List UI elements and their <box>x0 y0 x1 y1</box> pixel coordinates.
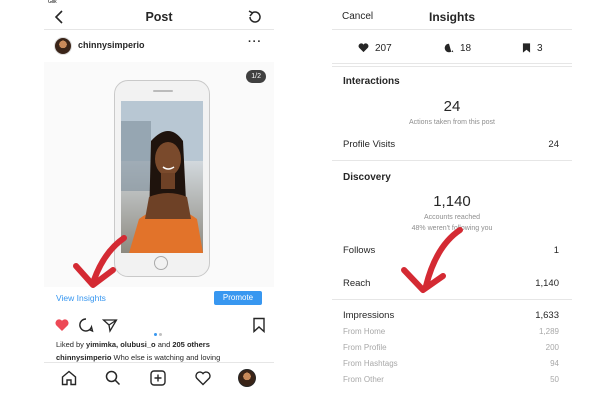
author-username[interactable]: chinnysimperio <box>78 40 145 50</box>
post-actions-row <box>54 315 266 336</box>
actions-note: Actions taken from this post <box>409 119 495 126</box>
bookmark-icon <box>522 43 531 54</box>
carousel-dots <box>154 323 164 341</box>
accounts-reached-count: 1,140 <box>433 193 471 210</box>
liked-by-names[interactable]: yimimka, olubusi_o <box>86 340 156 349</box>
home-icon[interactable] <box>60 369 78 387</box>
insights-screen: Cancel Insights 207 18 3 Interactions 24… <box>332 0 572 400</box>
insights-header: Cancel Insights <box>332 4 572 30</box>
phone-home-button <box>154 256 168 270</box>
comments-stat: 18 <box>444 43 471 54</box>
likes-summary: Liked by yimimka, olubusi_o and 205 othe… <box>56 340 210 349</box>
heart-icon <box>358 43 369 53</box>
post-image[interactable]: 1/2 <box>44 62 274 287</box>
more-options-icon[interactable]: ··· <box>248 36 262 48</box>
refresh-icon[interactable] <box>246 8 264 26</box>
share-icon[interactable] <box>102 317 118 333</box>
post-caption: chinnysimperio Who else is watching and … <box>56 353 220 362</box>
divider <box>332 160 572 161</box>
post-screen: Glik Post chinnysimperio ··· 1/2 View In… <box>44 0 274 400</box>
likes-stat: 207 <box>358 43 392 54</box>
phone-mockup-image <box>114 80 210 277</box>
reach-row: Reach 1,140 <box>343 278 559 289</box>
saves-stat: 3 <box>522 43 543 54</box>
source-row-home: From Home 1,289 <box>343 327 559 336</box>
comment-icon[interactable] <box>78 317 94 333</box>
page-title: Post <box>145 10 173 24</box>
actions-count: 24 <box>443 98 461 115</box>
engagement-stats: 207 18 3 <box>332 36 572 64</box>
source-row-hashtags: From Hashtags 94 <box>343 359 559 368</box>
divider <box>332 299 572 300</box>
post-author-row: chinnysimperio ··· <box>52 34 266 58</box>
interactions-title: Interactions <box>343 76 400 87</box>
page-title: Insights <box>428 10 475 24</box>
search-icon[interactable] <box>104 369 122 387</box>
bottom-tab-bar <box>44 362 274 392</box>
source-row-other: From Other 50 <box>343 375 559 384</box>
caption-text: Who else is watching and loving <box>113 353 221 362</box>
discovery-title: Discovery <box>343 172 391 183</box>
view-insights-link[interactable]: View Insights <box>56 293 106 303</box>
phone-speaker <box>153 90 173 92</box>
promote-button[interactable]: Promote <box>214 291 262 305</box>
not-following-note: 48% weren't following you <box>411 225 493 232</box>
new-post-icon[interactable] <box>149 369 167 387</box>
caption-username[interactable]: chinnysimperio <box>56 353 111 362</box>
impressions-row: Impressions 1,633 <box>343 310 559 321</box>
accounts-reached-note: Accounts reached <box>423 214 481 221</box>
carousel-counter: 1/2 <box>246 70 266 83</box>
liked-by-others[interactable]: 205 others <box>172 340 210 349</box>
portrait-illustration <box>121 101 203 253</box>
avatar[interactable] <box>54 37 72 55</box>
source-row-profile: From Profile 200 <box>343 343 559 352</box>
portrait-photo <box>121 101 203 253</box>
divider <box>332 66 572 67</box>
comment-bubble-icon <box>444 44 454 53</box>
post-header: Post <box>44 4 274 30</box>
activity-heart-icon[interactable] <box>194 369 212 387</box>
bookmark-icon[interactable] <box>252 317 266 333</box>
heart-icon[interactable] <box>54 317 70 333</box>
profile-avatar-tab[interactable] <box>238 369 256 387</box>
profile-visits-row: Profile Visits 24 <box>343 139 559 150</box>
follows-row: Follows 1 <box>343 245 559 256</box>
